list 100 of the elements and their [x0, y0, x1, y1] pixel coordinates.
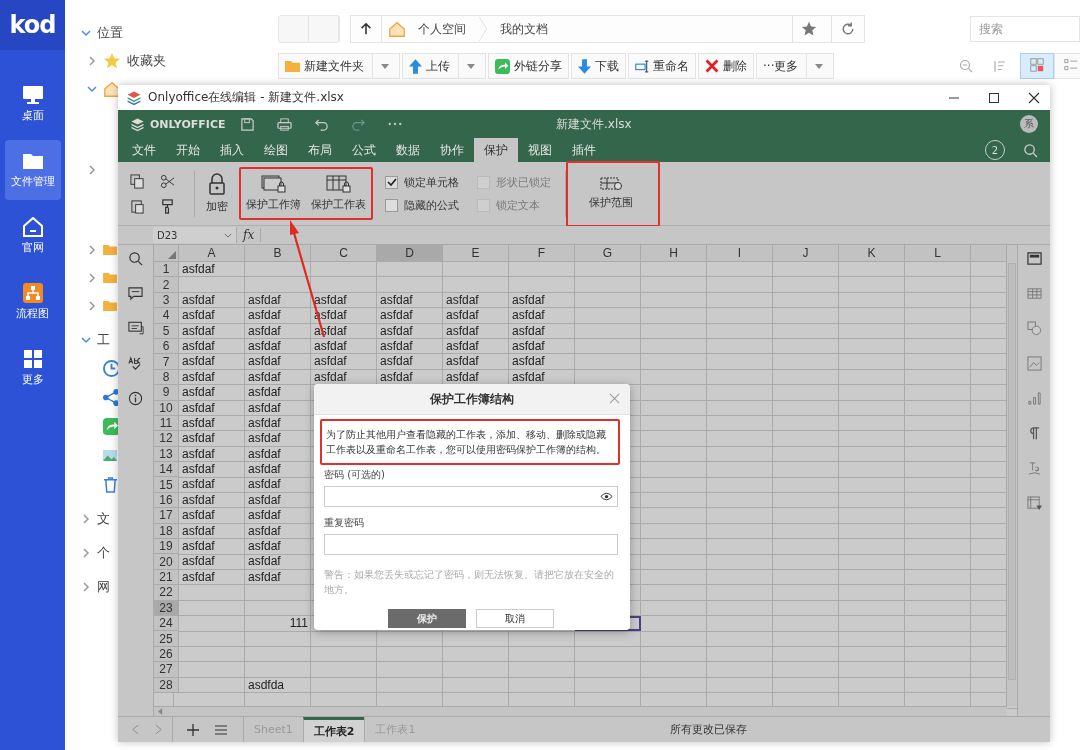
- ribbon-tab[interactable]: 开始: [166, 138, 210, 162]
- ribbon-tab[interactable]: 保护: [474, 138, 518, 162]
- tree-section[interactable]: 个: [97, 544, 110, 562]
- ribbon-tab[interactable]: 插入: [210, 138, 254, 162]
- tree-section[interactable]: 位置: [97, 24, 123, 42]
- tree-section[interactable]: 工: [97, 331, 110, 349]
- function-label[interactable]: fx: [237, 228, 262, 242]
- column-header[interactable]: H: [641, 245, 707, 262]
- chat-icon[interactable]: [127, 321, 144, 336]
- header-footer-icon[interactable]: [1026, 251, 1042, 266]
- column-header[interactable]: A: [179, 245, 245, 262]
- column-header[interactable]: I: [707, 245, 773, 262]
- close-icon[interactable]: [1028, 91, 1040, 104]
- column-header[interactable]: L: [905, 245, 971, 262]
- row-header[interactable]: 12: [154, 431, 179, 447]
- row-header[interactable]: 22: [154, 585, 179, 601]
- copy-icon[interactable]: [130, 173, 145, 189]
- table-icon[interactable]: [1026, 286, 1042, 301]
- text-art-icon[interactable]: [1026, 461, 1042, 476]
- chevron-right-icon[interactable]: [81, 514, 91, 524]
- chevron-right-icon[interactable]: [87, 165, 97, 175]
- format-painter-icon[interactable]: [160, 198, 175, 214]
- column-header[interactable]: E: [443, 245, 509, 262]
- column-header[interactable]: K: [839, 245, 905, 262]
- ribbon-tab[interactable]: 协作: [430, 138, 474, 162]
- nav-item[interactable]: 文件管理: [4, 140, 61, 200]
- address-bar[interactable]: 个人空间 我的文档: [350, 15, 865, 43]
- checkbox-option[interactable]: 隐藏的公式: [385, 197, 477, 213]
- toolbar-button[interactable]: 新建文件夹: [278, 53, 400, 79]
- scroll-left-icon[interactable]: [158, 708, 163, 715]
- grid-view-button[interactable]: [1020, 53, 1054, 79]
- row-header[interactable]: 7: [154, 354, 179, 370]
- cancel-button[interactable]: 取消: [476, 609, 554, 628]
- chevron-right-icon[interactable]: [81, 582, 91, 592]
- list-view-button[interactable]: [1054, 53, 1080, 79]
- image-icon[interactable]: [1026, 356, 1042, 371]
- search-icon[interactable]: [1023, 142, 1038, 158]
- more-icon[interactable]: [388, 122, 402, 126]
- sort-icon[interactable]: [992, 58, 1007, 74]
- chevron-down-icon[interactable]: [81, 335, 91, 345]
- vertical-scrollbar[interactable]: [1006, 245, 1017, 706]
- ribbon-tab[interactable]: 插件: [562, 138, 606, 162]
- row-header[interactable]: 19: [154, 539, 179, 555]
- comment-icon[interactable]: [128, 286, 143, 301]
- toolbar-button[interactable]: ···更多: [756, 53, 835, 79]
- ribbon-tab[interactable]: 绘图: [254, 138, 298, 162]
- sheet-tab[interactable]: 工作表2: [302, 717, 365, 742]
- column-header[interactable]: G: [575, 245, 641, 262]
- select-all-button[interactable]: [154, 245, 179, 262]
- ribbon-tab[interactable]: 数据: [386, 138, 430, 162]
- chevron-right-icon[interactable]: [87, 56, 97, 66]
- name-box[interactable]: D23: [153, 227, 237, 243]
- chart-icon[interactable]: [1026, 391, 1042, 406]
- column-header[interactable]: C: [311, 245, 377, 262]
- row-header[interactable]: 20: [154, 554, 179, 570]
- column-header[interactable]: J: [773, 245, 839, 262]
- toolbar-button[interactable]: 外链分享: [488, 53, 569, 79]
- next-sheet-icon[interactable]: [155, 724, 162, 735]
- repeat-password-field[interactable]: [324, 534, 618, 555]
- nav-item[interactable]: 更多: [4, 338, 61, 398]
- protect-range-button[interactable]: 保护范围: [586, 177, 636, 210]
- column-header[interactable]: F: [509, 245, 575, 262]
- chevron-right-icon[interactable]: [81, 548, 91, 558]
- toolbar-button[interactable]: 重命名: [628, 53, 696, 79]
- ribbon-button[interactable]: 保护工作表: [308, 175, 369, 212]
- toolbar-button[interactable]: 删除: [698, 53, 754, 79]
- toolbar-button[interactable]: 上传: [402, 53, 486, 79]
- checkbox-option[interactable]: 锁定单元格: [385, 174, 477, 190]
- breadcrumb-item[interactable]: 个人空间: [412, 20, 472, 38]
- chevron-down-icon[interactable]: [81, 28, 91, 38]
- nav-item[interactable]: 官网: [4, 206, 61, 266]
- ribbon-tab[interactable]: 文件: [122, 138, 166, 162]
- row-header[interactable]: 2: [154, 277, 179, 293]
- nav-item[interactable]: 桌面: [4, 74, 61, 134]
- eye-icon[interactable]: [600, 492, 613, 501]
- toolbar-button[interactable]: 下载: [571, 53, 626, 79]
- nav-item[interactable]: 流程图: [4, 272, 61, 332]
- column-header[interactable]: D: [377, 245, 443, 262]
- chevron-down-icon[interactable]: [87, 84, 97, 94]
- chevron-right-icon[interactable]: [87, 273, 97, 283]
- zoom-icon[interactable]: [959, 58, 974, 74]
- row-header[interactable]: 4: [154, 308, 179, 324]
- pivot-table-icon[interactable]: [1026, 496, 1042, 511]
- primary-button[interactable]: 保护: [388, 609, 466, 628]
- breadcrumb-item[interactable]: 我的文档: [494, 20, 554, 38]
- chevron-right-icon[interactable]: [87, 301, 97, 311]
- row-header[interactable]: 14: [154, 462, 179, 478]
- ribbon-tab[interactable]: 视图: [518, 138, 562, 162]
- ribbon-tab[interactable]: 布局: [298, 138, 342, 162]
- row-header[interactable]: 1: [154, 262, 179, 278]
- print-icon[interactable]: [277, 116, 292, 132]
- row-header[interactable]: 17: [154, 508, 179, 524]
- row-header[interactable]: 9: [154, 385, 179, 401]
- column-header[interactable]: B: [245, 245, 311, 262]
- horizontal-scrollbar[interactable]: [154, 706, 1007, 716]
- ribbon-button[interactable]: 保护工作簿: [243, 175, 304, 212]
- search-icon[interactable]: [128, 251, 143, 266]
- paste-icon[interactable]: [130, 198, 145, 214]
- chevron-right-icon[interactable]: [87, 245, 97, 255]
- tree-section[interactable]: 文: [97, 510, 110, 528]
